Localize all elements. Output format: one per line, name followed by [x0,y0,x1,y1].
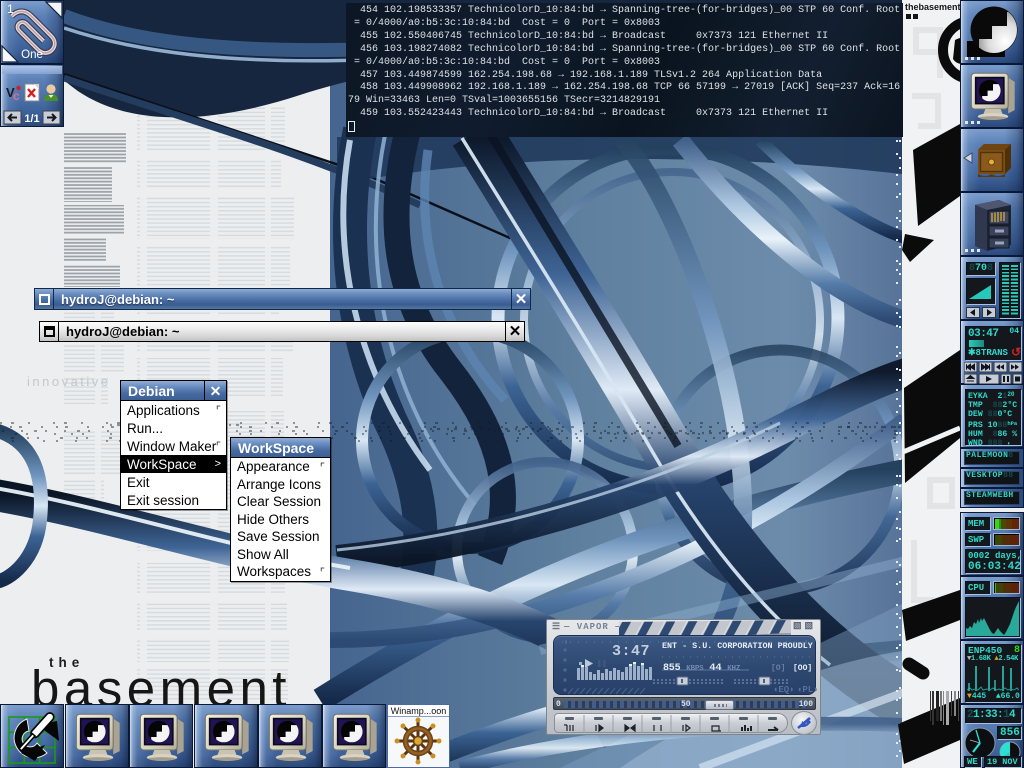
svg-text:◖PL◗: ◖PL◗ [797,685,817,695]
svg-text:1/1: 1/1 [24,113,39,125]
svg-text:innovative: innovative [27,374,111,389]
svg-text:c: c [13,89,20,103]
svg-text:thebasement: thebasement [905,2,961,12]
svg-text:◖EQ◗: ◖EQ◗ [773,685,795,695]
